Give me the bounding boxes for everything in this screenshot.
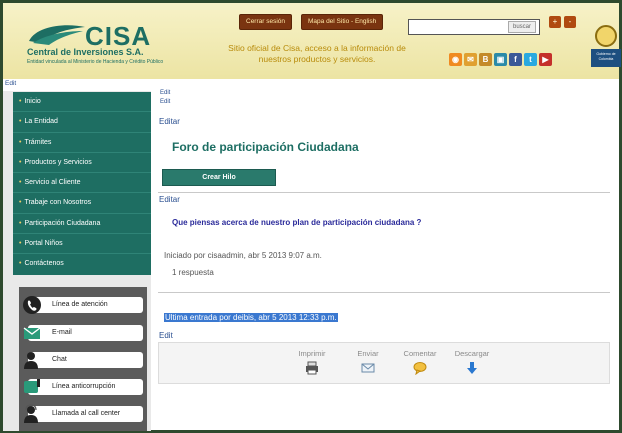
menu-label: Contáctenos (24, 260, 64, 268)
site-tagline: Sitio oficial de Cisa, acceso a la infor… (228, 43, 406, 64)
flickr-icon[interactable]: ▣ (494, 53, 507, 66)
logo-subtitle: Central de Inversiones S.A. (27, 47, 144, 57)
menu-item-contactenos[interactable]: • Contáctenos (13, 254, 151, 274)
edit-link[interactable]: Edit (160, 99, 170, 105)
download-button[interactable]: Descargar (449, 349, 495, 375)
divider (158, 192, 610, 193)
menu-item-la-entidad[interactable]: • La Entidad (13, 112, 151, 133)
twitter-icon[interactable]: t (524, 53, 537, 66)
menu-label: Trámites (24, 138, 52, 146)
divider (158, 292, 610, 293)
email-icon[interactable]: ✉ (464, 53, 477, 66)
edit-link-top[interactable]: Edit (5, 80, 16, 87)
editar-link[interactable]: Editar (159, 117, 180, 126)
action-label: Comentar (403, 349, 437, 358)
contact-label: Línea anticorrupción (52, 383, 116, 390)
menu-item-inicio[interactable]: • Inicio (13, 92, 151, 113)
editar-link[interactable]: Edit (159, 331, 173, 340)
anticorruption-icon (24, 379, 40, 393)
rss-icon[interactable]: ◉ (449, 53, 462, 66)
create-thread-button[interactable]: Crear Hilo (162, 169, 276, 186)
contact-panel: Línea de atención E-mail Chat Línea anti… (19, 287, 147, 431)
chat-person-icon (24, 352, 38, 369)
logout-button[interactable]: Cerrar sesión (239, 14, 293, 30)
contact-email-button[interactable]: E-mail (23, 325, 143, 341)
contact-line-button[interactable]: Línea de atención (23, 296, 143, 314)
edit-link[interactable]: Edit (160, 90, 170, 96)
contact-label: Línea de atención (52, 301, 108, 308)
menu-item-productos-servicios[interactable]: • Productos y Servicios (13, 153, 151, 174)
comment-button[interactable]: Comentar (397, 349, 443, 375)
menu-label: Inicio (24, 98, 41, 105)
menu-item-tramites[interactable]: • Trámites (13, 133, 151, 153)
download-arrow-icon (467, 362, 477, 374)
gov-logo-text: Gobierno de Colombia (591, 49, 621, 67)
main-menu: • Inicio • La Entidad • Trámites • Productos… (13, 92, 151, 275)
editar-link[interactable]: Editar (159, 195, 180, 204)
sidebar: • Inicio • La Entidad • Trámites • Productos… (3, 91, 151, 431)
facebook-icon[interactable]: f (509, 53, 522, 66)
coat-of-arms-icon (595, 25, 617, 47)
social-icons: ◉ ✉ B ▣ f t ▶ (449, 53, 554, 66)
menu-item-servicio-cliente[interactable]: • Servicio al Cliente (13, 173, 151, 194)
page-title: Foro de participación Ciudadana (172, 140, 359, 154)
menu-label: Servicio al Cliente (24, 179, 81, 187)
site-header: CISA Central de Inversiones S.A. Entidad… (3, 3, 621, 79)
search-box: buscar (408, 19, 540, 35)
last-entry-text: Ultima entrada por deibis, abr 5 2013 12… (164, 313, 338, 322)
sitemap-english-button[interactable]: Mapa del Sitio - English (301, 14, 384, 30)
zoom-out-icon[interactable]: - (564, 16, 576, 28)
search-button[interactable]: buscar (507, 21, 536, 33)
youtube-icon[interactable]: ▶ (539, 53, 552, 66)
main-content: Edit Edit Editar Foro de participación C… (158, 88, 610, 428)
contact-chat-button[interactable]: Chat (24, 352, 143, 369)
comment-icon (413, 362, 427, 375)
phone-icon (23, 296, 41, 314)
thread-reply-count[interactable]: 1 respuesta (172, 268, 214, 277)
blog-icon[interactable]: B (479, 53, 492, 66)
zoom-in-icon[interactable]: + (549, 16, 561, 28)
action-label: Enviar (357, 349, 379, 358)
envelope-icon (361, 363, 375, 373)
menu-label: Portal Niños (24, 240, 63, 248)
government-logo[interactable]: Gobierno de Colombia (591, 25, 621, 71)
menu-label: Productos y Servicios (24, 158, 92, 166)
logo-swoosh-icon (29, 25, 85, 45)
action-label: Descargar (454, 349, 490, 358)
menu-item-participacion-ciudadana[interactable]: • Participación Ciudadana (13, 214, 151, 235)
menu-item-portal-ninos[interactable]: • Portal Niños (13, 234, 151, 255)
call-center-icon (24, 404, 38, 423)
menu-item-trabaje-nosotros[interactable]: • Trabaje con Nosotros (13, 193, 151, 214)
contact-label: Chat (52, 356, 67, 363)
printer-icon (306, 361, 318, 375)
menu-label: Participación Ciudadana (24, 219, 101, 227)
menu-label: La Entidad (24, 118, 58, 126)
contact-anticorruption-button[interactable]: Línea anticorrupción (24, 379, 143, 395)
thread-title-link[interactable]: Que piensas acerca de nuestro plan de pa… (172, 218, 421, 227)
print-button[interactable]: Imprimir (289, 349, 335, 375)
contact-label: E-mail (52, 329, 72, 336)
thread-started-by: Iniciado por cisaadmin, abr 5 2013 9:07 … (164, 251, 322, 260)
action-label: Imprimir (298, 349, 326, 358)
cisa-logo[interactable]: CISA Central de Inversiones S.A. Entidad… (27, 21, 197, 69)
search-input[interactable] (411, 21, 495, 33)
email-icon (23, 327, 41, 339)
actions-bar: Imprimir Enviar Comentar Descargar (158, 342, 610, 384)
contact-call-center-button[interactable]: Llamada al call center (24, 404, 143, 423)
logo-tagline: Entidad vinculada al Ministerio de Hacie… (27, 59, 164, 65)
menu-label: Trabaje con Nosotros (24, 199, 92, 207)
send-button[interactable]: Enviar (345, 349, 391, 375)
contact-label: Llamada al call center (52, 410, 121, 417)
